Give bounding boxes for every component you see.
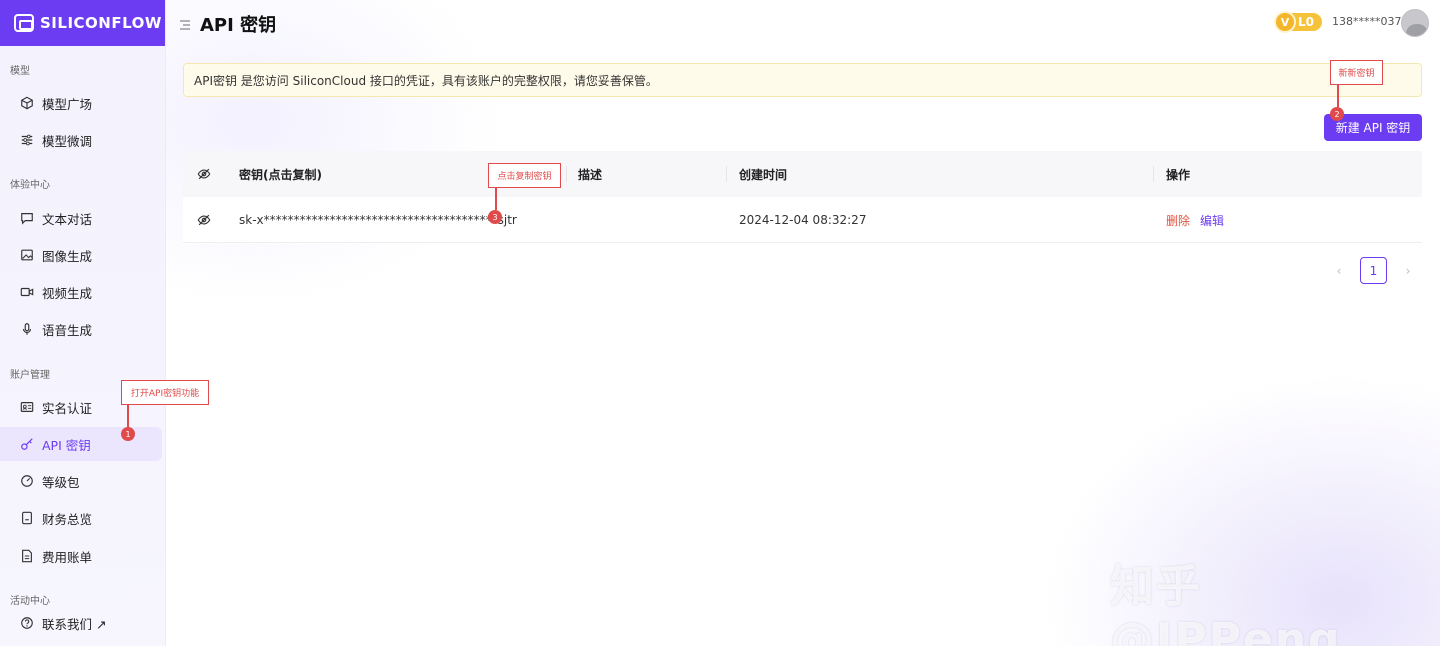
help-icon	[20, 616, 34, 630]
annotation-copy-key: 点击复制密钥	[488, 163, 561, 188]
menu-collapse-icon[interactable]	[180, 16, 190, 30]
column-description: 描述	[578, 167, 603, 182]
annotation-open-api-key: 打开API密钥功能	[121, 380, 209, 405]
sidebar-item-voice-gen[interactable]: 语音生成	[0, 312, 162, 346]
sidebar-item-label: API 密钥	[42, 437, 91, 453]
next-page-icon[interactable]: ›	[1397, 257, 1419, 284]
sidebar-item-text-chat[interactable]: 文本对话	[0, 201, 162, 235]
delete-key-link[interactable]: 删除	[1166, 212, 1190, 229]
brand-logo[interactable]: SILICONFLOW	[0, 0, 165, 46]
annotation-line	[127, 405, 129, 428]
sidebar-item-label: 费用账单	[42, 549, 93, 565]
edit-key-link[interactable]: 编辑	[1200, 212, 1224, 229]
table-row: sk-x************************************…	[183, 197, 1422, 243]
column-created: 创建时间	[739, 167, 788, 182]
siliconflow-logo-icon	[14, 14, 34, 32]
wallet-icon	[20, 511, 34, 525]
page-number-current[interactable]: 1	[1360, 257, 1387, 284]
annotation-step-1: 1	[121, 427, 135, 441]
sidebar-item-finance[interactable]: 财务总览	[0, 501, 162, 535]
annotation-new-key: 新新密钥	[1330, 60, 1383, 85]
page-title: API 密钥	[200, 15, 277, 36]
sidebar-item-bills[interactable]: 费用账单	[0, 539, 162, 573]
sidebar-item-api-keys[interactable]: API 密钥	[0, 427, 162, 461]
sidebar-item-label: 视频生成	[42, 285, 93, 301]
sidebar-item-label: 文本对话	[42, 211, 93, 227]
sidebar-item-fine-tune[interactable]: 模型微调	[0, 123, 162, 157]
vip-icon: V	[1274, 11, 1296, 33]
annotation-line	[1337, 85, 1339, 107]
sliders-icon	[20, 133, 34, 147]
gauge-icon	[20, 474, 34, 488]
level-text: L0	[1298, 15, 1314, 29]
prev-page-icon[interactable]: ‹	[1328, 257, 1350, 284]
column-operations: 操作	[1166, 167, 1191, 182]
api-keys-table: 密钥(点击复制) 描述 创建时间 操作 sk-x****************…	[183, 151, 1422, 243]
sidebar-item-label: 模型微调	[42, 133, 93, 149]
brand-wordmark: SILICONFLOW	[40, 14, 162, 32]
api-key-value[interactable]: sk-x************************************…	[239, 197, 517, 243]
sidebar-item-model-square[interactable]: 模型广场	[0, 86, 162, 120]
group-label-playground: 体验中心	[10, 180, 50, 191]
toggle-all-visibility-icon[interactable]	[197, 151, 211, 197]
notice-text: API密钥 是您访问 SiliconCloud 接口的凭证，具有该账户的完整权限…	[194, 73, 658, 88]
sidebar-item-label: 语音生成	[42, 322, 93, 338]
column-divider	[566, 166, 567, 182]
group-label-account: 账户管理	[10, 370, 50, 381]
sidebar-item-label: 等级包	[42, 474, 80, 490]
top-header: API 密钥 V L0 138*****037	[166, 0, 1440, 46]
avatar[interactable]	[1401, 9, 1429, 37]
sidebar-item-label: 财务总览	[42, 511, 93, 527]
id-card-icon	[20, 400, 34, 414]
sidebar-item-video-gen[interactable]: 视频生成	[0, 275, 162, 309]
sidebar-item-contact-us[interactable]: 联系我们 ↗	[0, 606, 162, 640]
column-divider	[726, 166, 727, 182]
annotation-line	[495, 188, 497, 210]
row-operations: 删除 编辑	[1166, 197, 1224, 243]
sidebar: SILICONFLOW 模型 模型广场 模型微调 体验中心 文本对话 图像生成 …	[0, 0, 166, 646]
level-badge[interactable]: V L0	[1274, 11, 1322, 33]
sidebar-item-label: 联系我们 ↗	[42, 616, 107, 632]
api-key-notice: API密钥 是您访问 SiliconCloud 接口的凭证，具有该账户的完整权限…	[183, 63, 1422, 97]
mic-icon	[20, 322, 34, 336]
annotation-step-2: 2	[1330, 107, 1344, 121]
cube-icon	[20, 96, 34, 110]
video-icon	[20, 285, 34, 299]
pagination: ‹ 1 ›	[1328, 257, 1419, 284]
annotation-step-3: 3	[488, 210, 502, 224]
sidebar-item-label: 实名认证	[42, 400, 93, 416]
group-label-models: 模型	[10, 66, 30, 77]
sidebar-item-label: 图像生成	[42, 248, 93, 264]
api-key-created-time: 2024-12-04 08:32:27	[739, 213, 867, 227]
image-icon	[20, 248, 34, 262]
chat-icon	[20, 211, 34, 225]
sidebar-item-level-package[interactable]: 等级包	[0, 464, 162, 498]
group-label-events: 活动中心	[10, 596, 50, 607]
table-header: 密钥(点击复制) 描述 创建时间 操作	[183, 151, 1422, 197]
username[interactable]: 138*****037	[1332, 15, 1402, 28]
toggle-key-visibility-icon[interactable]	[197, 197, 211, 243]
column-key: 密钥(点击复制)	[239, 167, 322, 182]
sidebar-item-image-gen[interactable]: 图像生成	[0, 238, 162, 272]
sidebar-item-label: 模型广场	[42, 96, 93, 112]
bill-icon	[20, 549, 34, 563]
key-icon	[20, 437, 34, 451]
column-divider	[1153, 166, 1154, 182]
watermark: 知乎 @JPPeng	[1110, 561, 1342, 646]
